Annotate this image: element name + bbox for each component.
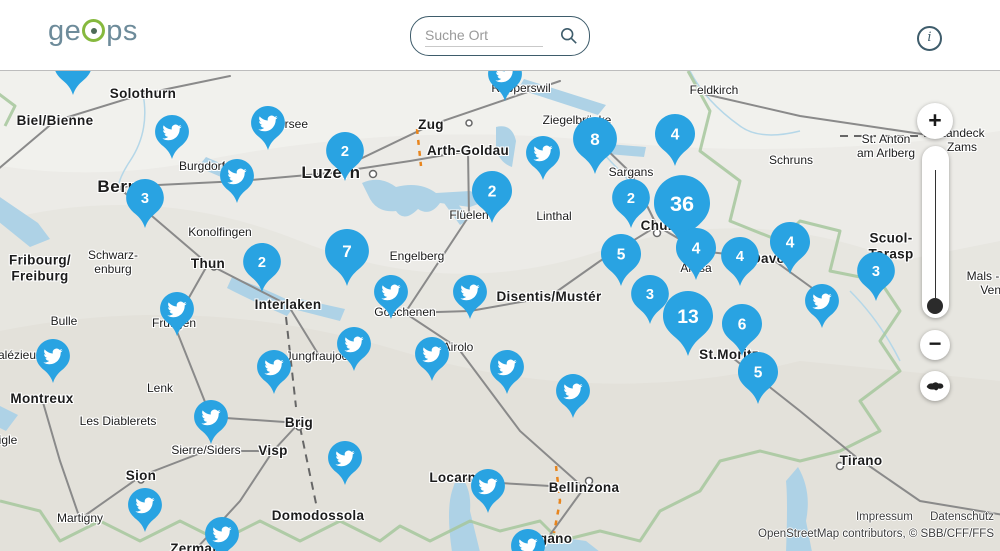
svg-text:8: 8 xyxy=(590,130,599,149)
cluster-marker[interactable]: 4 xyxy=(721,237,759,286)
cluster-marker[interactable]: 3 xyxy=(857,252,895,301)
logo-text-right: ps xyxy=(106,17,138,46)
cluster-marker[interactable]: 6 xyxy=(722,304,762,356)
tweet-marker[interactable] xyxy=(257,350,291,394)
fit-switzerland-button[interactable] xyxy=(920,371,950,401)
svg-text:4: 4 xyxy=(671,127,680,144)
tweet-marker[interactable] xyxy=(220,159,254,203)
tweet-marker[interactable] xyxy=(488,70,522,101)
datenschutz-link[interactable]: Datenschutz xyxy=(930,511,994,523)
logo-text-left: ge xyxy=(48,17,81,46)
svg-text:13: 13 xyxy=(677,306,699,328)
map: SolothurnBiel/BienneBernBurgdorfKonolfin… xyxy=(0,70,1000,551)
info-icon: i xyxy=(927,30,931,45)
svg-text:2: 2 xyxy=(488,184,497,201)
cluster-marker[interactable]: 4 xyxy=(770,222,810,274)
tweet-marker[interactable] xyxy=(374,275,408,319)
svg-text:5: 5 xyxy=(754,365,763,382)
cluster-marker[interactable]: 13 xyxy=(663,291,713,356)
app: ge ps i xyxy=(0,0,1000,551)
tweet-marker[interactable] xyxy=(160,292,194,336)
tweet-marker[interactable] xyxy=(328,441,362,485)
svg-text:2: 2 xyxy=(627,191,635,207)
tweet-marker[interactable] xyxy=(337,327,371,371)
cluster-marker[interactable]: 3 xyxy=(126,179,164,228)
tweet-marker[interactable] xyxy=(805,284,839,328)
zoom-in-button[interactable]: + xyxy=(917,103,953,139)
svg-text:5: 5 xyxy=(617,247,626,264)
tweet-marker[interactable] xyxy=(205,517,239,551)
tweet-marker[interactable] xyxy=(490,350,524,394)
tweet-marker[interactable] xyxy=(251,106,285,150)
geops-logo: ge ps xyxy=(48,19,138,48)
cluster-marker[interactable]: 2 xyxy=(326,132,364,181)
impressum-link[interactable]: Impressum xyxy=(856,511,913,523)
zoom-out-button[interactable]: − xyxy=(920,330,950,360)
svg-text:36: 36 xyxy=(670,191,694,216)
cluster-marker[interactable] xyxy=(54,70,92,95)
tweet-marker[interactable] xyxy=(36,339,70,383)
tweet-marker[interactable] xyxy=(194,400,228,444)
search-box xyxy=(410,16,590,56)
logo-o-dot xyxy=(91,28,97,34)
info-button[interactable]: i xyxy=(917,26,942,51)
app-header: ge ps i xyxy=(0,0,1000,70)
tweet-marker[interactable] xyxy=(453,275,487,319)
svg-text:6: 6 xyxy=(738,317,747,334)
cluster-marker[interactable]: 5 xyxy=(738,352,778,404)
svg-text:3: 3 xyxy=(141,191,149,207)
svg-text:4: 4 xyxy=(736,249,745,265)
attribution-copyright: OpenStreetMap contributors, © SBB/CFF/FF… xyxy=(758,526,994,543)
attribution-links: Impressum Datenschutz xyxy=(758,509,994,526)
svg-text:2: 2 xyxy=(341,144,349,160)
cluster-marker[interactable]: 8 xyxy=(573,117,617,174)
svg-text:3: 3 xyxy=(872,264,880,280)
zoom-slider[interactable] xyxy=(922,146,949,318)
search-icon[interactable] xyxy=(560,27,578,45)
cluster-marker[interactable]: 4 xyxy=(655,114,695,166)
zoom-slider-handle[interactable] xyxy=(927,298,943,314)
tweet-marker[interactable] xyxy=(415,337,449,381)
switzerland-outline-icon xyxy=(925,379,945,393)
cluster-marker[interactable]: 2 xyxy=(612,179,650,228)
tweet-marker[interactable] xyxy=(526,136,560,180)
cluster-marker[interactable]: 2 xyxy=(243,243,281,292)
svg-text:4: 4 xyxy=(786,235,795,252)
cluster-marker[interactable]: 2 xyxy=(472,171,512,223)
zoom-slider-track-line xyxy=(935,170,936,298)
cluster-marker[interactable]: 7 xyxy=(325,229,369,286)
cluster-marker[interactable]: 4 xyxy=(676,228,716,280)
svg-text:3: 3 xyxy=(646,287,654,303)
svg-text:7: 7 xyxy=(342,242,351,261)
svg-text:4: 4 xyxy=(692,241,701,258)
tweet-marker[interactable] xyxy=(155,115,189,159)
svg-text:2: 2 xyxy=(258,255,266,271)
map-attribution: Impressum Datenschutz OpenStreetMap cont… xyxy=(758,509,994,544)
tweet-marker[interactable] xyxy=(471,469,505,513)
search-input[interactable] xyxy=(425,25,543,47)
tweet-marker[interactable] xyxy=(128,488,162,532)
tweet-marker[interactable] xyxy=(511,529,545,551)
logo-o-icon xyxy=(82,19,105,42)
marker-layer: 3 2 2 7 8 2 4 2 36 5 4 4 4 3 13 6 3 5 xyxy=(0,71,1000,551)
tweet-marker[interactable] xyxy=(556,374,590,418)
